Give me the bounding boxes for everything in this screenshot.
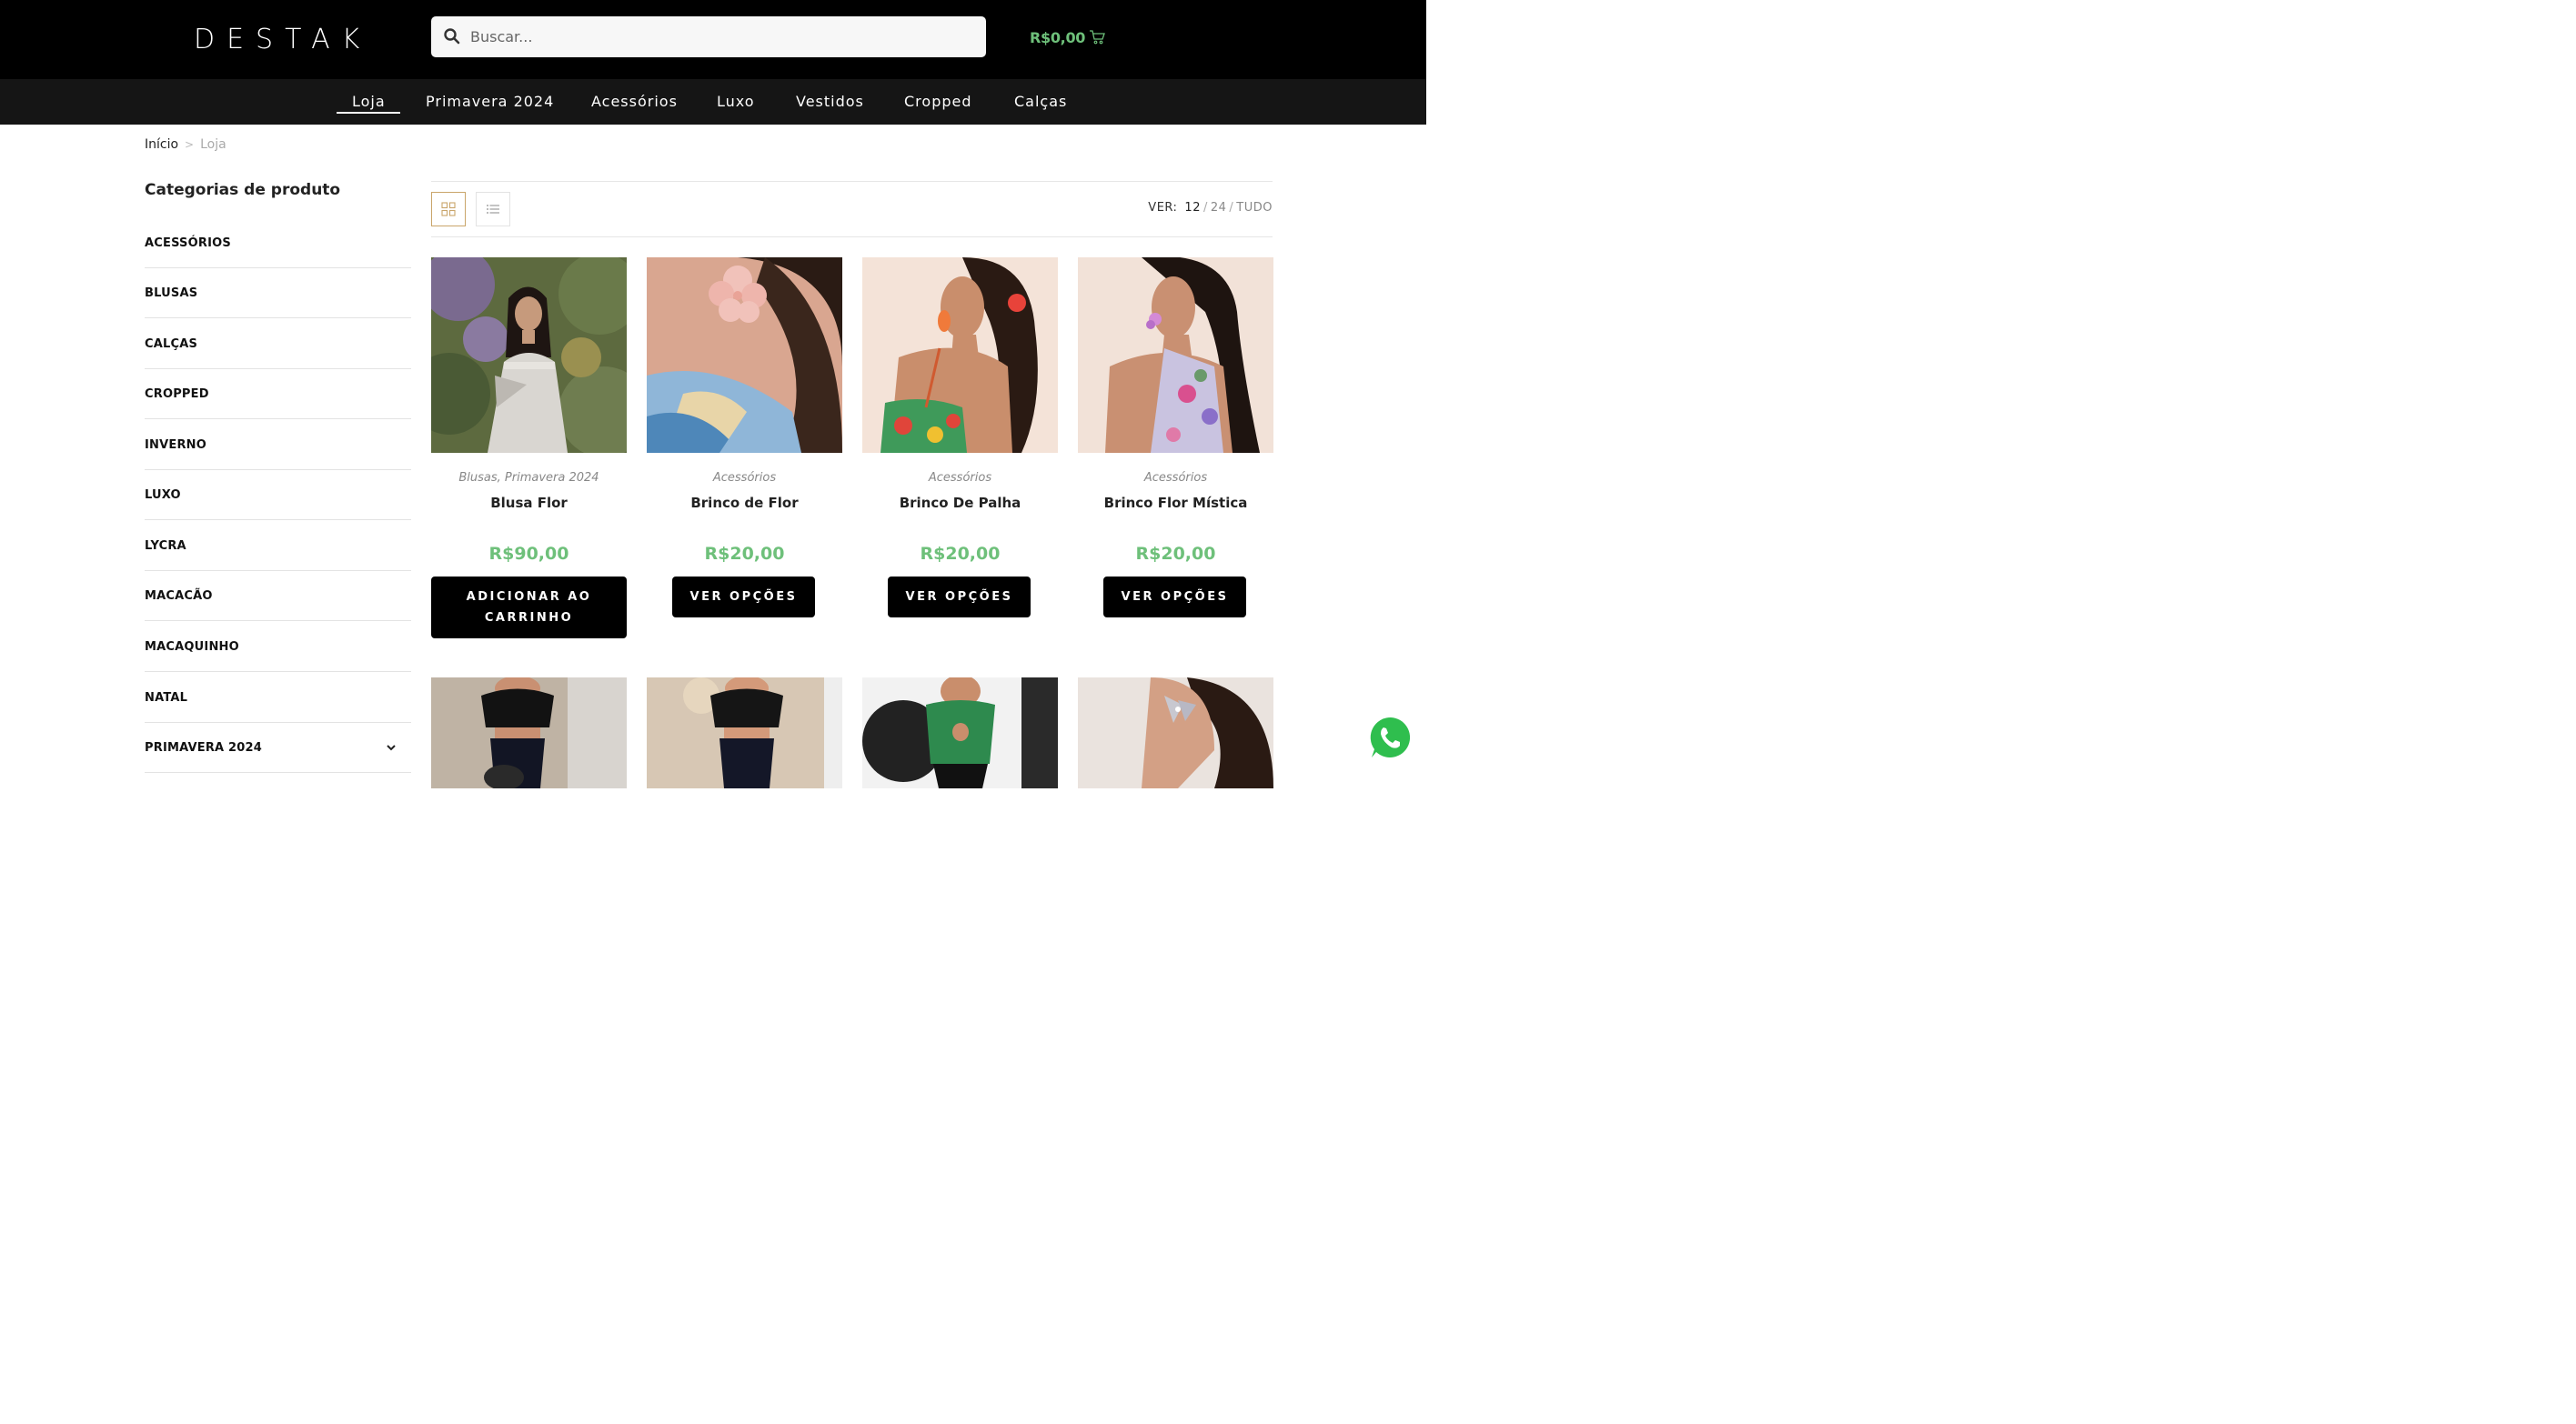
search-input[interactable] — [470, 16, 975, 57]
product-photo — [647, 677, 842, 788]
product-image[interactable] — [1078, 257, 1273, 453]
view-options-button[interactable]: VER OPÇÕES — [888, 577, 1031, 617]
product-price: R$20,00 — [920, 544, 1001, 564]
product-name[interactable]: Blusa Flor — [431, 495, 627, 511]
main-nav: Loja Primavera 2024 Acessórios Luxo Vest… — [0, 79, 1426, 125]
per-page-option-12[interactable]: 12 — [1184, 201, 1201, 215]
product-image[interactable] — [647, 257, 842, 453]
product-photo — [1078, 257, 1273, 453]
search-icon — [444, 28, 460, 45]
category-label: ACESSÓRIOS — [145, 236, 231, 250]
category-label: LUXO — [145, 488, 181, 502]
cart-icon — [1090, 30, 1106, 45]
category-item[interactable]: ACESSÓRIOS — [145, 218, 411, 268]
list-icon — [487, 205, 499, 214]
product-image[interactable] — [862, 257, 1058, 453]
top-header: DESTAK R$0,00 — [0, 0, 1426, 79]
category-item[interactable]: PRIMAVERA 2024 — [145, 723, 411, 773]
product-image[interactable] — [431, 257, 627, 453]
category-label: CALÇAS — [145, 337, 198, 351]
product-price: R$20,00 — [1135, 544, 1216, 564]
nav-acessorios[interactable]: Acessórios — [591, 92, 678, 112]
search-box[interactable] — [431, 16, 986, 57]
product-categories[interactable]: Acessórios — [862, 471, 1058, 485]
add-to-cart-button[interactable]: ADICIONAR AO CARRINHO — [431, 577, 627, 638]
category-label: INVERNO — [145, 438, 206, 452]
nav-loja[interactable]: Loja — [352, 92, 386, 112]
breadcrumb-current: Loja — [200, 137, 226, 152]
per-page-selector: VER: 12 / 24 / TUDO — [1148, 201, 1273, 215]
nav-luxo[interactable]: Luxo — [717, 92, 755, 112]
toolbar-divider-bottom — [431, 236, 1273, 237]
category-label: NATAL — [145, 691, 188, 705]
product-image[interactable] — [862, 677, 1058, 788]
product-photo — [431, 677, 627, 788]
nav-primavera-2024[interactable]: Primavera 2024 — [426, 92, 554, 112]
product-photo — [647, 257, 842, 453]
site-logo[interactable]: DESTAK — [194, 24, 371, 56]
category-item[interactable]: CALÇAS — [145, 319, 411, 369]
nav-calcas[interactable]: Calças — [1014, 92, 1067, 112]
view-options-button[interactable]: VER OPÇÕES — [1103, 577, 1246, 617]
category-label: LYCRA — [145, 539, 186, 553]
product-photo — [431, 257, 627, 453]
grid-icon — [441, 202, 456, 216]
product-name[interactable]: Brinco Flor Mística — [1078, 495, 1273, 511]
product-image[interactable] — [1078, 677, 1273, 788]
product-categories[interactable]: Blusas, Primavera 2024 — [431, 471, 627, 485]
category-item[interactable]: MACAQUINHO — [145, 622, 411, 672]
category-label: MACACÃO — [145, 589, 213, 603]
whatsapp-icon[interactable] — [1365, 712, 1416, 763]
product-photo — [862, 677, 1058, 788]
product-categories[interactable]: Acessórios — [1078, 471, 1273, 485]
product-photo — [862, 257, 1058, 453]
category-label: BLUSAS — [145, 286, 198, 300]
category-label: CROPPED — [145, 387, 209, 401]
breadcrumb: Início > Loja — [145, 135, 226, 154]
product-photo — [1078, 677, 1273, 788]
cart-button[interactable]: R$0,00 — [1030, 26, 1106, 48]
breadcrumb-separator: > — [185, 138, 195, 151]
view-options-button[interactable]: VER OPÇÕES — [672, 577, 815, 617]
category-item[interactable]: LYCRA — [145, 521, 411, 571]
sidebar-title: Categorias de produto — [145, 181, 341, 199]
category-label: PRIMAVERA 2024 — [145, 741, 263, 755]
per-page-option-24[interactable]: 24 — [1211, 201, 1227, 215]
nav-active-indicator — [337, 112, 400, 114]
product-image[interactable] — [431, 677, 627, 788]
toolbar-divider-top — [431, 181, 1273, 182]
product-price: R$20,00 — [704, 544, 785, 564]
chevron-down-icon[interactable] — [386, 742, 397, 753]
product-image[interactable] — [647, 677, 842, 788]
category-item[interactable]: NATAL — [145, 673, 411, 723]
grid-view-button[interactable] — [431, 192, 466, 226]
category-item[interactable]: LUXO — [145, 470, 411, 520]
category-item[interactable]: MACACÃO — [145, 571, 411, 621]
product-name[interactable]: Brinco De Palha — [862, 495, 1058, 511]
breadcrumb-home[interactable]: Início — [145, 137, 178, 152]
product-price: R$90,00 — [488, 544, 569, 564]
nav-vestidos[interactable]: Vestidos — [796, 92, 864, 112]
nav-cropped[interactable]: Cropped — [904, 92, 972, 112]
product-name[interactable]: Brinco de Flor — [647, 495, 842, 511]
category-label: MACAQUINHO — [145, 640, 239, 654]
per-page-label: VER: — [1148, 201, 1178, 215]
category-item[interactable]: CROPPED — [145, 369, 411, 419]
per-page-slash: / — [1202, 201, 1208, 215]
per-page-option-all[interactable]: TUDO — [1236, 201, 1273, 215]
cart-total: R$0,00 — [1030, 28, 1086, 46]
list-view-button[interactable] — [476, 192, 510, 226]
product-categories[interactable]: Acessórios — [647, 471, 842, 485]
category-item[interactable]: BLUSAS — [145, 268, 411, 318]
category-item[interactable]: INVERNO — [145, 420, 411, 470]
per-page-slash: / — [1229, 201, 1234, 215]
